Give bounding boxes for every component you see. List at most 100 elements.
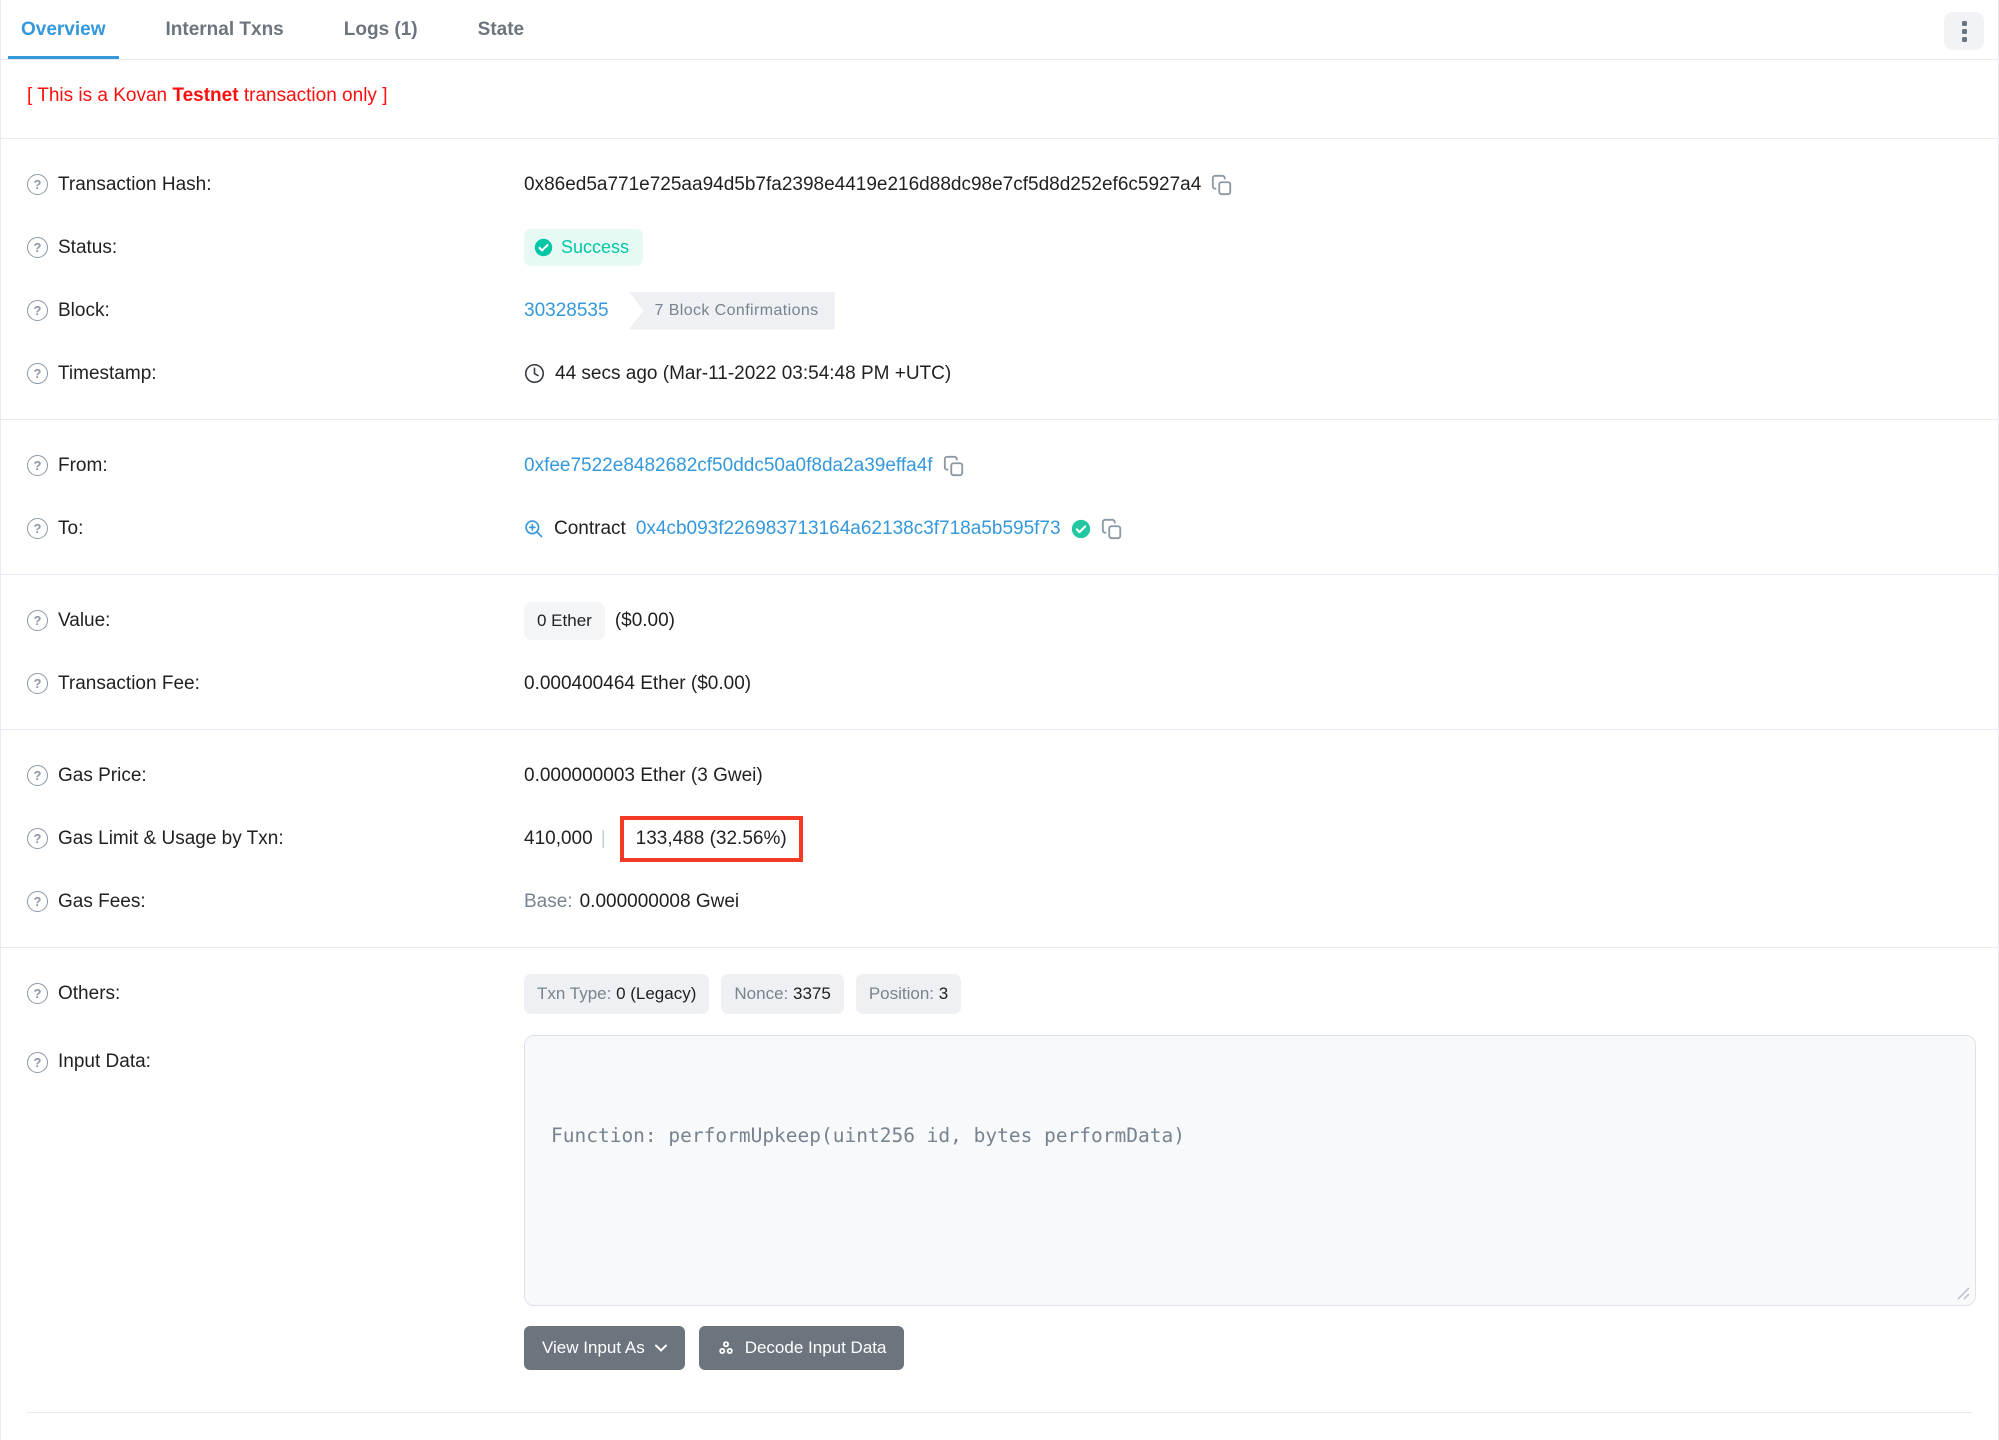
- help-icon[interactable]: ?: [27, 455, 48, 476]
- transaction-fee-label: Transaction Fee:: [58, 672, 200, 694]
- gas-fees-base-value: 0.000000008 Gwei: [579, 890, 740, 912]
- row-block: ? Block: 30328535 7 Block Confirmations: [27, 279, 1972, 342]
- help-icon[interactable]: ?: [27, 673, 48, 694]
- testnet-notice: [ This is a Kovan Testnet transaction on…: [1, 60, 1998, 138]
- input-data-function-line: Function: performUpkeep(uint256 id, byte…: [551, 1124, 1185, 1147]
- transaction-hash-label: Transaction Hash:: [58, 173, 212, 195]
- notice-prefix: [ This is a Kovan: [27, 85, 173, 106]
- help-icon[interactable]: ?: [27, 891, 48, 912]
- kebab-icon: [1961, 20, 1967, 26]
- gas-fees-base-label: Base:: [524, 890, 573, 912]
- from-address-link[interactable]: 0xfee7522e8482682cf50ddc50a0f8da2a39effa…: [524, 455, 933, 477]
- to-contract-word: Contract: [554, 517, 626, 539]
- transaction-detail-card: Overview Internal Txns Logs (1) State [ …: [0, 0, 1999, 1440]
- row-to: ? To: Contract 0x4cb093f226983713164a6213…: [27, 497, 1972, 560]
- gas-price-value: 0.000000003 Ether (3 Gwei): [524, 764, 763, 786]
- bottom-divider: [27, 1412, 1972, 1413]
- clock-icon: [524, 363, 545, 384]
- row-timestamp: ? Timestamp: 44 secs ago (Mar-11-2022 03:…: [27, 342, 1972, 405]
- chevron-down-icon: [654, 1344, 667, 1352]
- row-transaction-fee: ? Transaction Fee: 0.000400464 Ether ($0.…: [27, 652, 1972, 715]
- block-label: Block:: [58, 299, 110, 321]
- transaction-hash-value: 0x86ed5a771e725aa94d5b7fa2398e4419e216d8…: [524, 173, 1202, 195]
- block-number-link[interactable]: 30328535: [524, 300, 609, 322]
- view-input-as-button[interactable]: View Input As: [524, 1326, 685, 1370]
- input-data-buttons: View Input As Decode Input Data: [524, 1326, 1976, 1370]
- row-gas-price: ? Gas Price: 0.000000003 Ether (3 Gwei): [27, 744, 1972, 807]
- block-confirmations-badge: 7 Block Confirmations: [628, 291, 835, 330]
- gas-limit-value: 410,000: [524, 827, 593, 849]
- from-label: From:: [58, 454, 108, 476]
- pipe-separator: |: [600, 827, 606, 849]
- tab-internal-txns[interactable]: Internal Txns: [153, 0, 297, 59]
- to-address-link[interactable]: 0x4cb093f226983713164a62138c3f718a5b595f…: [636, 518, 1061, 540]
- txn-type-key: Txn Type:: [537, 983, 617, 1003]
- notice-bold: Testnet: [172, 85, 239, 106]
- section-parties: ? From: 0xfee7522e8482682cf50ddc50a0f8da2…: [1, 419, 1998, 574]
- gas-usage-value: 133,488 (32.56%): [635, 827, 787, 849]
- position-value: 3: [938, 983, 949, 1003]
- check-circle-icon: [534, 238, 553, 257]
- timestamp-label: Timestamp:: [58, 362, 157, 384]
- section-summary: ? Transaction Hash: 0x86ed5a771e725aa94d5…: [1, 138, 1998, 419]
- row-status: ? Status: Success: [27, 216, 1972, 279]
- to-label: To:: [58, 517, 84, 539]
- timestamp-value: 44 secs ago (Mar-11-2022 03:54:48 PM +UT…: [555, 362, 952, 384]
- magnifier-plus-icon[interactable]: [524, 519, 544, 539]
- decode-input-data-button[interactable]: Decode Input Data: [698, 1326, 905, 1370]
- txn-type-value: 0 (Legacy): [616, 983, 697, 1003]
- value-badge: 0 Ether: [524, 601, 605, 640]
- gas-fees-label: Gas Fees:: [58, 890, 146, 912]
- tab-logs[interactable]: Logs (1): [331, 0, 431, 59]
- input-data-label: Input Data:: [58, 1051, 151, 1072]
- input-data-blank-line: [551, 1213, 1949, 1244]
- position-key: Position:: [868, 983, 939, 1003]
- copy-icon[interactable]: [943, 455, 965, 477]
- nonce-badge: Nonce: 3375: [721, 973, 844, 1014]
- copy-icon[interactable]: [1101, 518, 1123, 540]
- decode-input-data-label: Decode Input Data: [744, 1338, 887, 1357]
- tab-state[interactable]: State: [465, 0, 537, 59]
- help-icon[interactable]: ?: [27, 237, 48, 258]
- tab-overview[interactable]: Overview: [8, 0, 119, 59]
- help-icon[interactable]: ?: [27, 765, 48, 786]
- transaction-fee-value: 0.000400464 Ether ($0.00): [524, 672, 752, 694]
- help-icon[interactable]: ?: [27, 828, 48, 849]
- value-label: Value:: [58, 609, 111, 631]
- copy-icon[interactable]: [1211, 174, 1233, 196]
- verified-check-icon: [1071, 519, 1090, 538]
- notice-suffix: transaction only ]: [238, 85, 388, 106]
- help-icon[interactable]: ?: [27, 983, 48, 1004]
- row-input-data: ? Input Data: Function: performUpkeep(uin…: [27, 1035, 1976, 1370]
- help-icon[interactable]: ?: [27, 300, 48, 321]
- row-gas-limit-usage: ? Gas Limit & Usage by Txn: 410,000 | 133…: [27, 807, 1972, 870]
- help-icon[interactable]: ?: [27, 610, 48, 631]
- section-gas: ? Gas Price: 0.000000003 Ether (3 Gwei) ?…: [1, 729, 1998, 947]
- decode-cubes-icon: [718, 1341, 733, 1354]
- gas-limit-usage-label: Gas Limit & Usage by Txn:: [58, 827, 284, 849]
- more-options-button[interactable]: [1944, 12, 1984, 50]
- help-icon[interactable]: ?: [27, 174, 48, 195]
- value-usd: ($0.00): [614, 609, 676, 631]
- nonce-value: 3375: [792, 983, 831, 1003]
- help-icon[interactable]: ?: [27, 363, 48, 384]
- row-value: ? Value: 0 Ether ($0.00): [27, 589, 1972, 652]
- position-badge: Position: 3: [855, 973, 962, 1014]
- nonce-key: Nonce:: [734, 983, 793, 1003]
- row-gas-fees: ? Gas Fees: Base: 0.000000008 Gwei: [27, 870, 1972, 933]
- status-badge-text: Success: [561, 237, 630, 257]
- others-label: Others:: [58, 982, 121, 1004]
- status-label: Status:: [58, 236, 118, 258]
- gas-usage-highlight-box: 133,488 (32.56%): [619, 815, 803, 862]
- input-data-textarea[interactable]: Function: performUpkeep(uint256 id, byte…: [524, 1035, 1976, 1306]
- gas-price-label: Gas Price:: [58, 764, 147, 786]
- help-icon[interactable]: ?: [27, 1051, 48, 1073]
- row-transaction-hash: ? Transaction Hash: 0x86ed5a771e725aa94d5…: [27, 153, 1972, 216]
- status-badge: Success: [524, 229, 644, 266]
- resize-grip-icon[interactable]: [1957, 1287, 1970, 1300]
- help-icon[interactable]: ?: [27, 518, 48, 539]
- view-input-as-label: View Input As: [542, 1338, 645, 1357]
- tab-bar: Overview Internal Txns Logs (1) State: [1, 0, 1998, 60]
- txn-type-badge: Txn Type: 0 (Legacy): [524, 973, 710, 1014]
- section-others: ? Others: Txn Type: 0 (Legacy) Nonce: 337…: [1, 947, 1998, 1413]
